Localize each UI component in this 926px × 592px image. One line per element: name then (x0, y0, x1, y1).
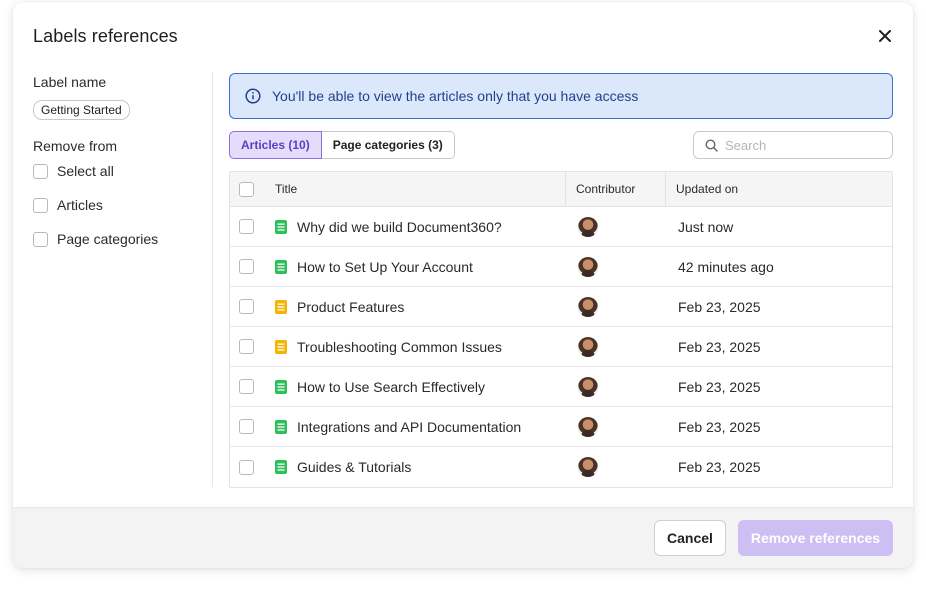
table-row[interactable]: Product Features Feb 23, 2025 (230, 287, 892, 327)
row-checkbox[interactable] (239, 379, 254, 394)
document-icon (275, 219, 287, 234)
table-row[interactable]: Integrations and API Documentation Feb 23… (230, 407, 892, 447)
tab-page-categories[interactable]: Page categories (3) (321, 131, 455, 159)
updated-on: Feb 23, 2025 (678, 418, 761, 435)
article-title[interactable]: Product Features (297, 299, 404, 315)
updated-on: Feb 23, 2025 (678, 378, 761, 395)
left-panel: Label name Getting Started Remove from S… (33, 74, 213, 256)
dialog-footer: Cancel Remove references (13, 507, 913, 568)
row-checkbox[interactable] (239, 459, 254, 475)
article-title[interactable]: Integrations and API Documentation (297, 419, 521, 435)
avatar (578, 256, 598, 277)
articles-table: Title Contributor Updated on Why did we … (229, 171, 893, 488)
article-title[interactable]: Why did we build Document360? (297, 219, 502, 235)
table-row[interactable]: How to Set Up Your Account 42 minutes ago (230, 247, 892, 287)
labels-references-dialog: Labels references Label name Getting Sta… (13, 2, 913, 568)
row-checkbox[interactable] (239, 259, 254, 274)
close-button[interactable] (875, 26, 895, 46)
label-chip: Getting Started (33, 100, 130, 120)
info-icon (245, 88, 261, 104)
remove-from-heading: Remove from (33, 138, 118, 154)
select-all-checkbox[interactable] (33, 163, 48, 179)
updated-on: 42 minutes ago (678, 258, 774, 275)
updated-on: Just now (678, 218, 734, 235)
row-checkbox[interactable] (239, 299, 254, 314)
table-row[interactable]: Guides & Tutorials Feb 23, 2025 (230, 447, 892, 487)
updated-on: Feb 23, 2025 (678, 338, 761, 355)
document-icon (275, 339, 287, 354)
tabs: Articles (10) Page categories (3) (229, 131, 455, 159)
article-title[interactable]: How to Set Up Your Account (297, 259, 473, 275)
document-icon (275, 419, 287, 434)
option-label: Articles (57, 197, 103, 213)
avatar (578, 416, 598, 437)
document-icon (275, 299, 287, 314)
avatar (578, 216, 598, 237)
dialog-title: Labels references (33, 26, 178, 46)
option-label: Page categories (57, 231, 159, 247)
article-title[interactable]: Troubleshooting Common Issues (297, 339, 502, 355)
document-icon (275, 460, 287, 474)
option-select-all[interactable]: Select all (33, 154, 213, 188)
tab-articles[interactable]: Articles (10) (229, 131, 322, 159)
avatar (578, 336, 598, 357)
avatar (578, 457, 598, 477)
panel-divider (212, 72, 213, 487)
close-icon (879, 30, 891, 42)
remove-references-button[interactable]: Remove references (738, 520, 893, 556)
page-categories-checkbox[interactable] (33, 231, 48, 247)
article-title[interactable]: Guides & Tutorials (297, 459, 411, 475)
row-checkbox[interactable] (239, 339, 254, 354)
header-contributor: Contributor (566, 172, 666, 206)
table-header: Title Contributor Updated on (230, 172, 892, 207)
header-title: Title (265, 172, 566, 206)
updated-on: Feb 23, 2025 (678, 298, 761, 315)
table-row[interactable]: How to Use Search Effectively Feb 23, 202… (230, 367, 892, 407)
label-name-heading: Label name (33, 74, 107, 90)
avatar (578, 296, 598, 317)
info-banner-text: You'll be able to view the articles only… (272, 88, 639, 104)
info-banner: You'll be able to view the articles only… (229, 73, 893, 119)
select-all-rows-checkbox[interactable] (239, 181, 254, 197)
cancel-button[interactable]: Cancel (654, 520, 726, 556)
row-checkbox[interactable] (239, 419, 254, 434)
article-title[interactable]: How to Use Search Effectively (297, 379, 485, 395)
option-page-categories[interactable]: Page categories (33, 222, 213, 256)
header-updated-on: Updated on (676, 182, 739, 196)
table-body: Why did we build Document360? Just now How… (230, 207, 892, 487)
search-input[interactable] (725, 137, 885, 153)
row-checkbox[interactable] (239, 219, 254, 234)
avatar (578, 376, 598, 397)
articles-checkbox[interactable] (33, 197, 48, 213)
document-icon (275, 379, 287, 394)
updated-on: Feb 23, 2025 (678, 459, 761, 475)
table-row[interactable]: Why did we build Document360? Just now (230, 207, 892, 247)
search-icon (705, 138, 718, 152)
table-row[interactable]: Troubleshooting Common Issues Feb 23, 202… (230, 327, 892, 367)
search-box[interactable] (693, 131, 893, 159)
option-label: Select all (57, 163, 114, 179)
option-articles[interactable]: Articles (33, 188, 213, 222)
document-icon (275, 259, 287, 274)
